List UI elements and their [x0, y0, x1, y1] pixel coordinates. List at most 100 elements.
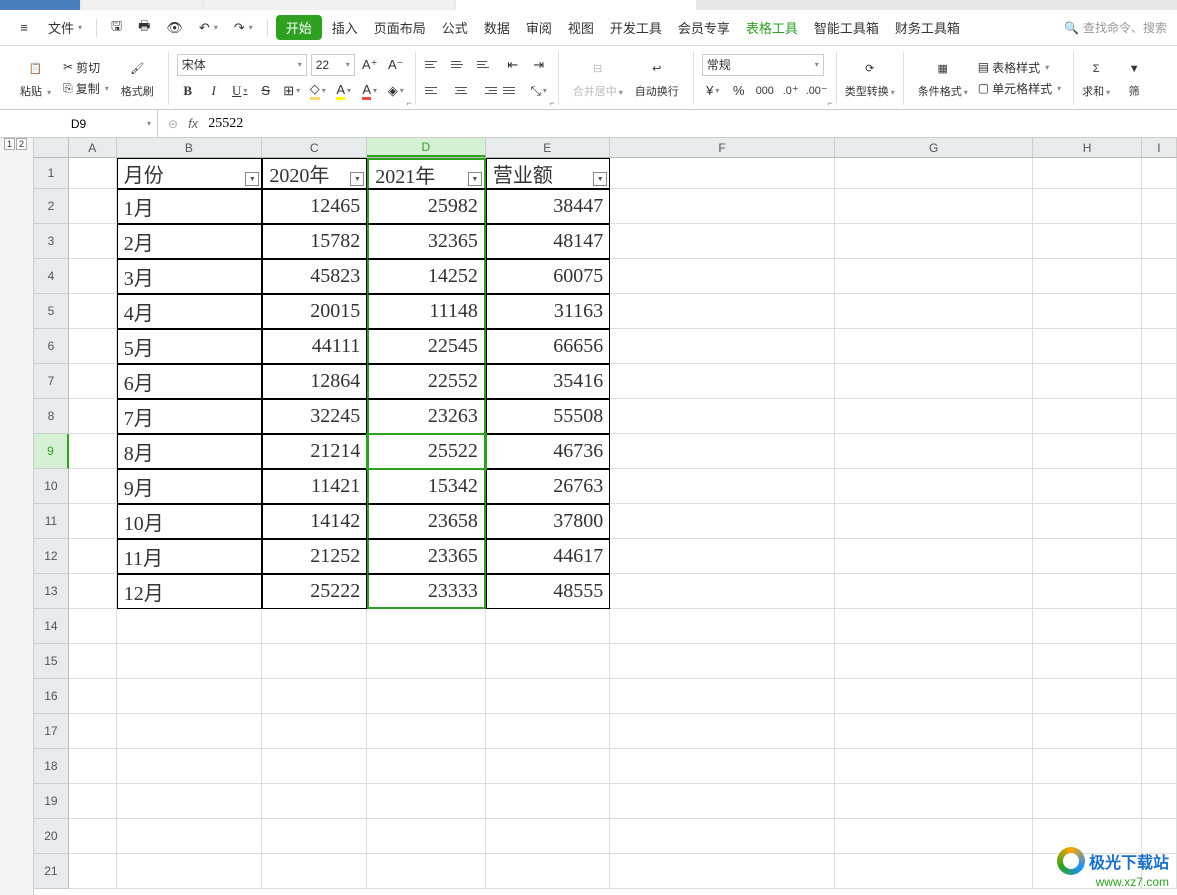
cell-D4[interactable]: 14252: [367, 259, 486, 294]
cell-G10[interactable]: [835, 469, 1033, 504]
cell-C7[interactable]: 12864: [262, 364, 367, 399]
cell-H17[interactable]: [1033, 714, 1142, 749]
highlight-button[interactable]: A▾: [333, 80, 355, 102]
row-header-20[interactable]: 20: [34, 819, 69, 854]
cell-G19[interactable]: [835, 784, 1033, 819]
cell-style-button[interactable]: ▢单元格样式▾: [974, 78, 1065, 99]
cell-G5[interactable]: [835, 294, 1033, 329]
cell-H10[interactable]: [1033, 469, 1142, 504]
cell-F8[interactable]: [610, 399, 835, 434]
cell-E1[interactable]: 营业额▼: [486, 158, 610, 189]
indent-inc[interactable]: ⇥: [528, 54, 550, 76]
cell-H14[interactable]: [1033, 609, 1142, 644]
cell-C16[interactable]: [262, 679, 367, 714]
row-header-12[interactable]: 12: [34, 539, 69, 574]
cell-E18[interactable]: [486, 749, 610, 784]
cell-G3[interactable]: [835, 224, 1033, 259]
cell-H16[interactable]: [1033, 679, 1142, 714]
cell-F15[interactable]: [610, 644, 835, 679]
cell-E5[interactable]: 31163: [486, 294, 610, 329]
cell-I14[interactable]: [1142, 609, 1177, 644]
cell-D2[interactable]: 25982: [367, 189, 486, 224]
cell-C18[interactable]: [262, 749, 367, 784]
cell-D21[interactable]: [367, 854, 486, 889]
row-header-10[interactable]: 10: [34, 469, 69, 504]
cell-C14[interactable]: [262, 609, 367, 644]
halign-left[interactable]: [424, 80, 446, 102]
underline-button[interactable]: U▾: [229, 80, 251, 102]
cell-B18[interactable]: [117, 749, 263, 784]
cell-E8[interactable]: 55508: [486, 399, 610, 434]
cell-B2[interactable]: 1月: [117, 189, 263, 224]
cell-F5[interactable]: [610, 294, 835, 329]
cell-E15[interactable]: [486, 644, 610, 679]
cell-D18[interactable]: [367, 749, 486, 784]
cell-A7[interactable]: [69, 364, 117, 399]
cell-F21[interactable]: [610, 854, 835, 889]
cell-G9[interactable]: [835, 434, 1033, 469]
cell-B8[interactable]: 7月: [117, 399, 263, 434]
tab-2[interactable]: [82, 0, 202, 10]
valign-bot[interactable]: [476, 54, 498, 76]
cell-H2[interactable]: [1033, 189, 1142, 224]
filter-dropdown-C[interactable]: ▼: [350, 172, 364, 186]
print-preview-icon[interactable]: 👁: [160, 16, 189, 40]
halign-justify[interactable]: [502, 80, 524, 102]
cell-C20[interactable]: [262, 819, 367, 854]
tab-dev[interactable]: 开发工具: [604, 14, 668, 41]
comma-button[interactable]: 000: [754, 80, 776, 102]
font-dialog-launcher[interactable]: ⌐: [406, 98, 411, 108]
dec-decimal-button[interactable]: .00⁻: [806, 80, 828, 102]
cell-E6[interactable]: 66656: [486, 329, 610, 364]
cell-G12[interactable]: [835, 539, 1033, 574]
cell-E13[interactable]: 48555: [486, 574, 610, 609]
cell-F7[interactable]: [610, 364, 835, 399]
cell-I13[interactable]: [1142, 574, 1177, 609]
cell-E10[interactable]: 26763: [486, 469, 610, 504]
number-format-select[interactable]: 常规▾: [702, 54, 824, 76]
tab-smart[interactable]: 智能工具箱: [808, 14, 885, 41]
namebox-dropdown-icon[interactable]: ▾: [147, 119, 151, 128]
cell-E21[interactable]: [486, 854, 610, 889]
cell-A6[interactable]: [69, 329, 117, 364]
filter-dropdown-D[interactable]: ▼: [468, 172, 482, 186]
cell-C6[interactable]: 44111: [262, 329, 367, 364]
col-header-I[interactable]: I: [1142, 138, 1177, 157]
cell-A2[interactable]: [69, 189, 117, 224]
row-header-1[interactable]: 1: [34, 158, 69, 189]
halign-right[interactable]: [476, 80, 498, 102]
cell-H1[interactable]: [1033, 158, 1142, 189]
cell-F2[interactable]: [610, 189, 835, 224]
app-menu-icon[interactable]: ≡: [10, 16, 38, 40]
cell-A21[interactable]: [69, 854, 117, 889]
cell-C21[interactable]: [262, 854, 367, 889]
merge-center-button[interactable]: ⊟ 合并居中▾: [567, 57, 629, 99]
cell-B11[interactable]: 10月: [117, 504, 263, 539]
percent-button[interactable]: %: [728, 80, 750, 102]
cell-B6[interactable]: 5月: [117, 329, 263, 364]
cell-H19[interactable]: [1033, 784, 1142, 819]
font-name-select[interactable]: 宋体▾: [177, 54, 307, 76]
cell-D19[interactable]: [367, 784, 486, 819]
filter-dropdown-E[interactable]: ▼: [593, 172, 607, 186]
cut-button[interactable]: ✂剪切: [59, 57, 113, 78]
cell-E17[interactable]: [486, 714, 610, 749]
cell-A1[interactable]: [69, 158, 117, 189]
cell-D14[interactable]: [367, 609, 486, 644]
cell-D13[interactable]: 23333: [367, 574, 486, 609]
cell-A5[interactable]: [69, 294, 117, 329]
col-header-G[interactable]: G: [835, 138, 1033, 157]
cell-B19[interactable]: [117, 784, 263, 819]
cell-G16[interactable]: [835, 679, 1033, 714]
filter-dropdown-B[interactable]: ▼: [245, 172, 259, 186]
cell-A10[interactable]: [69, 469, 117, 504]
cell-G4[interactable]: [835, 259, 1033, 294]
cell-I9[interactable]: [1142, 434, 1177, 469]
row-header-19[interactable]: 19: [34, 784, 69, 819]
print-icon[interactable]: 🖶: [132, 13, 156, 43]
cell-F16[interactable]: [610, 679, 835, 714]
cell-C8[interactable]: 32245: [262, 399, 367, 434]
cell-I4[interactable]: [1142, 259, 1177, 294]
cell-I7[interactable]: [1142, 364, 1177, 399]
cell-F11[interactable]: [610, 504, 835, 539]
